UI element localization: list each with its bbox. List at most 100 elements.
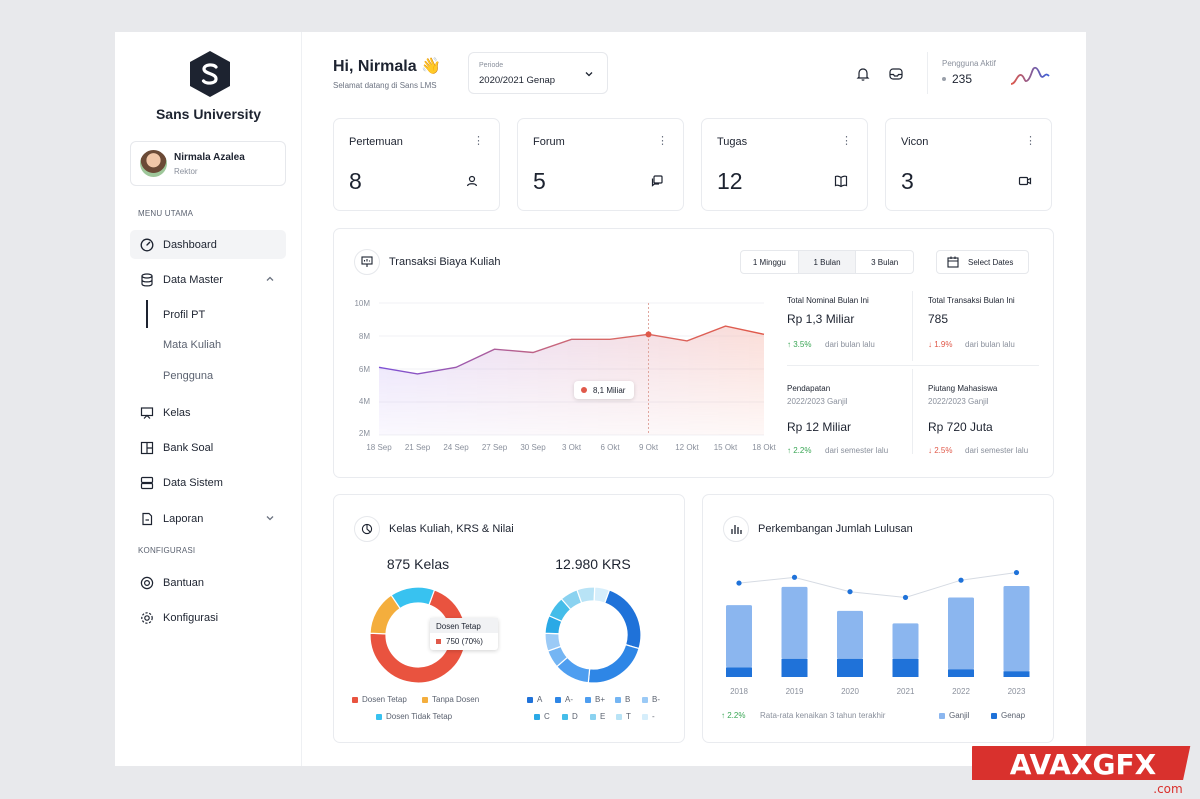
chevron-down-icon[interactable] (264, 512, 276, 524)
calendar-icon (947, 256, 959, 268)
kpi-subtitle: 2022/2023 Ganjil (928, 397, 989, 406)
sidebar-item-data-master[interactable]: Data Master (130, 265, 286, 294)
kpi-delta: ↓ 2.5% (928, 446, 953, 455)
x-tick-label: 18 Sep (366, 443, 392, 452)
sidebar: Sans University Nirmala Azalea Rektor ME… (115, 32, 302, 766)
x-tick-label: 2021 (897, 687, 915, 696)
inbox-icon[interactable] (888, 66, 904, 82)
more-options-icon[interactable]: ⋮ (473, 136, 484, 147)
data-point (645, 331, 652, 338)
sidebar-subitem-pengguna[interactable]: Pengguna (163, 370, 213, 382)
legend-grade-b-plus: B+ (585, 695, 605, 704)
chart-tooltip: 8,1 Miliar (574, 381, 634, 399)
user-name: Nirmala Azalea (174, 152, 245, 163)
kpi-title: Pendapatan (787, 384, 831, 393)
sidebar-item-bank-soal[interactable]: Bank Soal (130, 433, 286, 462)
krs-total: 12.980 KRS (555, 556, 631, 572)
transaksi-line-chart: 10M 8M 6M 4M 2M 8,1 Miliar 18 Sep 21 Sep 2… (334, 289, 775, 464)
periode-select[interactable]: Periode 2020/2021 Genap (468, 52, 608, 94)
more-options-icon[interactable]: ⋮ (841, 136, 852, 147)
periode-label: Periode (479, 62, 504, 69)
x-tick-label: 21 Sep (404, 443, 431, 452)
kpi-value: Rp 12 Miliar (787, 420, 852, 434)
bar-ganjil (892, 623, 919, 659)
sidebar-item-kelas[interactable]: Kelas (130, 398, 286, 427)
kpi-value: Rp 720 Juta (928, 420, 993, 434)
sidebar-item-bantuan[interactable]: Bantuan (130, 568, 286, 597)
donut-slice (603, 589, 642, 650)
presentation-icon (139, 405, 155, 421)
range-3-bulan[interactable]: 3 Bulan (856, 251, 913, 273)
sidebar-subitem-profil-pt[interactable]: Profil PT (163, 309, 205, 321)
active-users-sparkline (1010, 66, 1050, 85)
bar-genap (837, 658, 863, 677)
active-users-label: Pengguna Aktif (942, 59, 996, 68)
range-1-minggu[interactable]: 1 Minggu (741, 251, 799, 273)
legend-grade-a: A (527, 695, 542, 704)
x-tick-label: 12 Okt (675, 443, 699, 452)
app-window: Sans University Nirmala Azalea Rektor ME… (115, 32, 1086, 766)
select-dates-button[interactable]: Select Dates (936, 250, 1029, 274)
sidebar-item-label: Laporan (163, 512, 204, 525)
sidebar-item-data-sistem[interactable]: Data Sistem (130, 468, 286, 497)
status-dot (942, 77, 946, 81)
kelas-krs-card: Kelas Kuliah, KRS & Nilai 875 Kelas 12.9… (333, 494, 685, 743)
tooltip-value: 750 (70%) (446, 637, 483, 646)
kpi-divider (912, 369, 913, 454)
svg-text:.com: .com (1153, 782, 1182, 796)
x-tick-label: 15 Okt (713, 443, 738, 452)
sidebar-item-konfigurasi[interactable]: Konfigurasi (130, 603, 286, 632)
lifebuoy-icon (139, 575, 155, 591)
stat-card-pertemuan[interactable]: Pertemuan ⋮ 8 (333, 118, 500, 211)
kpi-delta-text: dari bulan lalu (965, 340, 1015, 349)
x-tick-label: 27 Sep (481, 443, 508, 452)
bar-genap (892, 658, 919, 677)
legend-grade-b: B (615, 695, 630, 704)
stat-card-tugas[interactable]: Tugas ⋮ 12 (701, 118, 868, 211)
legend-tanpa-dosen: Tanpa Dosen (422, 695, 479, 704)
x-tick-label: 9 Okt (638, 443, 659, 452)
stat-title: Pertemuan (349, 136, 403, 148)
kelas-total: 875 Kelas (386, 556, 450, 572)
lulusan-title: Perkembangan Jumlah Lulusan (758, 523, 913, 535)
more-options-icon[interactable]: ⋮ (1025, 136, 1036, 147)
trend-point (791, 574, 798, 580)
x-tick-label: 24 Sep (443, 443, 469, 452)
stat-title: Forum (533, 136, 565, 148)
lulusan-footnote: Rata-rata kenaikan 3 tahun terakhir (760, 711, 886, 720)
chat-icon (647, 171, 667, 191)
donut-tooltip: Dosen Tetap 750 (70%) (430, 618, 498, 650)
legend-grade-a-minus: A- (555, 695, 573, 704)
kpi-title: Piutang Mahasiswa (928, 384, 998, 393)
trend-point (1013, 569, 1020, 576)
gauge-icon (139, 237, 155, 253)
sidebar-item-label: Bank Soal (163, 441, 214, 454)
brand-name: Sans University (155, 106, 262, 122)
stat-card-vicon[interactable]: Vicon ⋮ 3 (885, 118, 1052, 211)
user-card[interactable]: Nirmala Azalea Rektor (130, 141, 286, 186)
stat-title: Vicon (901, 136, 929, 148)
chevron-up-icon[interactable] (264, 273, 276, 285)
line-chart-canvas (378, 302, 765, 436)
stat-card-forum[interactable]: Forum ⋮ 5 (517, 118, 684, 211)
users-icon (463, 171, 483, 191)
range-1-bulan[interactable]: 1 Bulan (798, 251, 857, 273)
more-options-icon[interactable]: ⋮ (657, 136, 668, 147)
bar-genap (726, 667, 752, 677)
config-section-title: KONFIGURASI (138, 546, 196, 555)
trend-point (847, 589, 853, 595)
area-fill (379, 326, 764, 435)
stat-value: 12 (717, 168, 743, 194)
krs-donut-chart (544, 586, 642, 684)
bell-icon[interactable] (855, 66, 871, 82)
x-tick-label: 30 Sep (520, 443, 546, 452)
range-selector: 1 Minggu 1 Bulan 3 Bulan (740, 250, 914, 274)
submenu-indicator (146, 300, 148, 328)
sidebar-subitem-mata-kuliah[interactable]: Mata Kuliah (163, 339, 221, 351)
transaksi-title: Transaksi Biaya Kuliah (389, 256, 501, 268)
legend-dosen-tidak-tetap: Dosen Tidak Tetap (376, 712, 452, 721)
avaxgfx-watermark: AVAXGFX .com (972, 746, 1191, 796)
legend-genap: Genap (991, 711, 1025, 720)
sidebar-item-laporan[interactable]: Laporan (130, 504, 286, 533)
sidebar-item-dashboard[interactable]: Dashboard (130, 230, 286, 259)
